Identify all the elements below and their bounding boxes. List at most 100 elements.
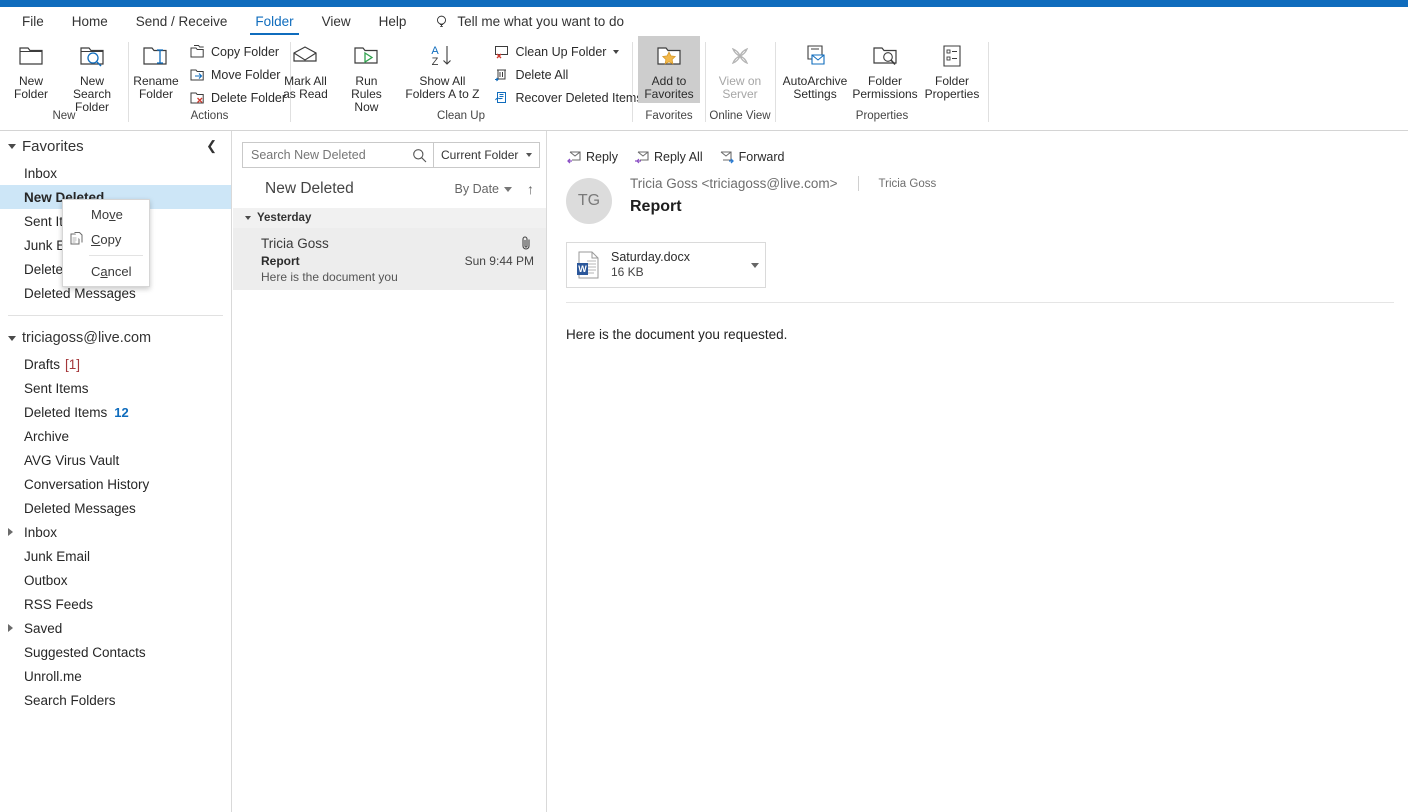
- ribbon-divider-4: [705, 42, 706, 122]
- account-header[interactable]: triciagoss@live.com: [0, 324, 231, 352]
- move-folder-label: Move Folder: [210, 67, 281, 82]
- sort-az-icon: A Z: [432, 45, 452, 68]
- attachment-item[interactable]: W Saturday.docx 16 KB: [566, 242, 766, 288]
- sidebar-item-label: Saved: [24, 620, 63, 636]
- attachment-name: Saturday.docx: [611, 250, 690, 264]
- search-icon[interactable]: [412, 148, 427, 163]
- new-folder-button[interactable]: New Folder: [3, 36, 59, 103]
- sidebar-item-rss-feeds[interactable]: RSS Feeds: [0, 592, 231, 616]
- reply-all-button[interactable]: Reply All: [634, 150, 703, 164]
- favorites-header[interactable]: Favorites ❮: [0, 131, 231, 161]
- sidebar-item-label: Archive: [24, 428, 70, 444]
- clean-up-folder-button[interactable]: Clean Up Folder: [488, 40, 647, 63]
- autoarchive-settings-button[interactable]: AutoArchive Settings: [780, 36, 850, 103]
- sidebar-item-saved[interactable]: Saved: [0, 616, 231, 640]
- search-scope-dropdown[interactable]: Current Folder: [434, 142, 541, 168]
- run-rules-now-button[interactable]: Run Rules Now: [336, 36, 396, 116]
- tab-folder[interactable]: Folder: [241, 7, 307, 36]
- triangle-down-icon: [8, 143, 16, 149]
- word-doc-icon: W: [577, 251, 599, 279]
- folder-permissions-button[interactable]: Folder Permissions: [850, 36, 920, 103]
- sidebar-item-label: Junk Email: [24, 548, 91, 564]
- delete-all-button[interactable]: Delete All: [488, 63, 647, 86]
- sidebar-item-sent-items[interactable]: Sent Items: [0, 376, 231, 400]
- tab-view[interactable]: View: [308, 7, 365, 36]
- chevron-down-icon[interactable]: [613, 49, 620, 54]
- sidebar-item-label: Drafts: [24, 356, 61, 372]
- reading-pane-actions: Reply Reply All Forward: [566, 144, 1408, 170]
- forward-icon: [720, 151, 734, 164]
- search-box[interactable]: [242, 142, 434, 168]
- message-body: Here is the document you requested.: [566, 327, 788, 342]
- new-search-folder-button[interactable]: New Search Folder: [59, 36, 125, 116]
- add-to-favorites-button[interactable]: Add to Favorites: [638, 36, 700, 103]
- delete-folder-icon: [190, 92, 204, 104]
- sidebar-item-drafts[interactable]: Drafts [1]: [0, 352, 231, 376]
- collapse-pane-icon[interactable]: ❮: [206, 138, 223, 154]
- sidebar-item-label: Unroll.me: [24, 668, 82, 684]
- triangle-right-icon[interactable]: [8, 528, 13, 536]
- rename-folder-button[interactable]: Rename Folder: [128, 36, 184, 103]
- reply-label: Reply: [586, 150, 618, 164]
- attachment-dropdown-icon[interactable]: [751, 262, 759, 268]
- new-folder-icon: [19, 47, 43, 65]
- message-list-title: New Deleted: [265, 180, 354, 197]
- tab-file[interactable]: File: [8, 7, 58, 36]
- folder-properties-icon: [943, 45, 961, 67]
- sidebar-item-label: AVG Virus Vault: [24, 452, 120, 468]
- sidebar-item-label: Deleted Messages: [24, 285, 136, 301]
- sidebar-item-inbox[interactable]: Inbox: [0, 520, 231, 544]
- sort-direction-icon[interactable]: ↑: [527, 181, 534, 197]
- ribbon-divider-3: [632, 42, 633, 122]
- sidebar-item-conversation-history[interactable]: Conversation History: [0, 472, 231, 496]
- sidebar-item-deleted-items[interactable]: Deleted Items 12: [0, 400, 231, 424]
- sort-control[interactable]: By Date ↑: [455, 181, 534, 197]
- sidebar-item-suggested-contacts[interactable]: Suggested Contacts: [0, 640, 231, 664]
- tab-home[interactable]: Home: [58, 7, 122, 36]
- reply-icon: [567, 151, 581, 164]
- tab-send-receive[interactable]: Send / Receive: [122, 7, 242, 36]
- clean-up-folder-icon: [495, 46, 509, 59]
- sidebar-item-archive[interactable]: Archive: [0, 424, 231, 448]
- sidebar-item-search-folders[interactable]: Search Folders: [0, 688, 231, 712]
- ribbon-group-new-label: New: [52, 110, 76, 122]
- context-menu-item-copy[interactable]: Copy: [63, 227, 149, 252]
- ribbon-group-online-view-label: Online View: [709, 110, 771, 122]
- avatar: TG: [566, 178, 612, 224]
- sidebar-item-deleted-messages[interactable]: Deleted Messages: [0, 496, 231, 520]
- tab-help[interactable]: Help: [365, 7, 421, 36]
- run-rules-now-label: Run Rules Now: [351, 74, 382, 114]
- recover-deleted-items-button[interactable]: Recover Deleted Items: [488, 86, 647, 109]
- mark-all-read-button[interactable]: Mark All as Read: [274, 36, 336, 103]
- sidebar-item-junk-email[interactable]: Junk Email: [0, 544, 231, 568]
- ribbon-group-favorites: Add to Favorites Favorites: [636, 36, 702, 130]
- forward-button[interactable]: Forward: [719, 150, 785, 164]
- delete-all-label: Delete All: [515, 67, 569, 82]
- sidebar-item-unrollme[interactable]: Unroll.me: [0, 664, 231, 688]
- reply-button[interactable]: Reply: [566, 150, 618, 164]
- tell-me-search[interactable]: Tell me what you want to do: [434, 14, 624, 30]
- sidebar-item-label: Deleted Messages: [24, 500, 136, 516]
- message-group-header[interactable]: Yesterday: [233, 208, 546, 228]
- context-menu-item-move[interactable]: Move: [63, 202, 149, 227]
- show-all-folders-button[interactable]: A Z Show All Folders A to Z: [396, 36, 488, 103]
- message-subject-heading: Report: [630, 198, 682, 215]
- sidebar-item-outbox[interactable]: Outbox: [0, 568, 231, 592]
- delete-all-icon: [495, 69, 507, 82]
- message-group-label: Yesterday: [257, 212, 312, 224]
- sidebar-item-avg-virus-vault[interactable]: AVG Virus Vault: [0, 448, 231, 472]
- forward-label: Forward: [738, 150, 785, 164]
- triangle-right-icon[interactable]: [8, 624, 13, 632]
- tell-me-label: Tell me what you want to do: [457, 14, 624, 29]
- search-input[interactable]: [251, 148, 412, 162]
- context-menu-item-cancel[interactable]: Cancel: [63, 259, 149, 284]
- drafts-count: [1]: [65, 356, 81, 372]
- folder-properties-button[interactable]: Folder Properties: [920, 36, 984, 103]
- sidebar-divider: [8, 315, 223, 316]
- add-to-favorites-label: Add to Favorites: [644, 74, 694, 101]
- reply-all-label: Reply All: [653, 150, 703, 164]
- message-list-item[interactable]: Tricia Goss Report Here is the document …: [233, 228, 546, 290]
- new-search-folder-label: New Search Folder: [72, 74, 112, 114]
- ribbon-group-new: New Folder New Search Folder New: [2, 36, 126, 130]
- sidebar-item-inbox-fav[interactable]: Inbox: [0, 161, 231, 185]
